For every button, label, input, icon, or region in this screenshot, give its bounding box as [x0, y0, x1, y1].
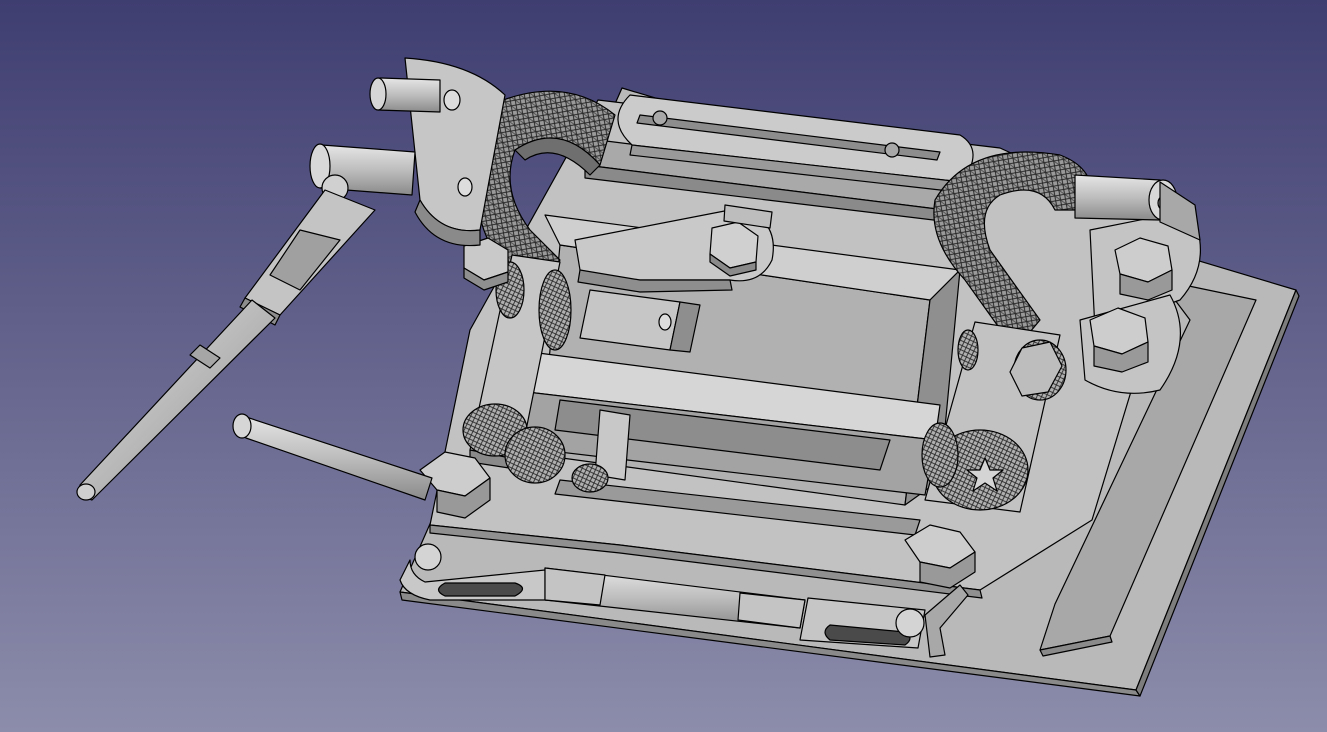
3d-viewport[interactable] — [0, 0, 1327, 732]
cad-model-scene[interactable] — [0, 0, 1327, 732]
lever-pin[interactable] — [232, 413, 433, 501]
